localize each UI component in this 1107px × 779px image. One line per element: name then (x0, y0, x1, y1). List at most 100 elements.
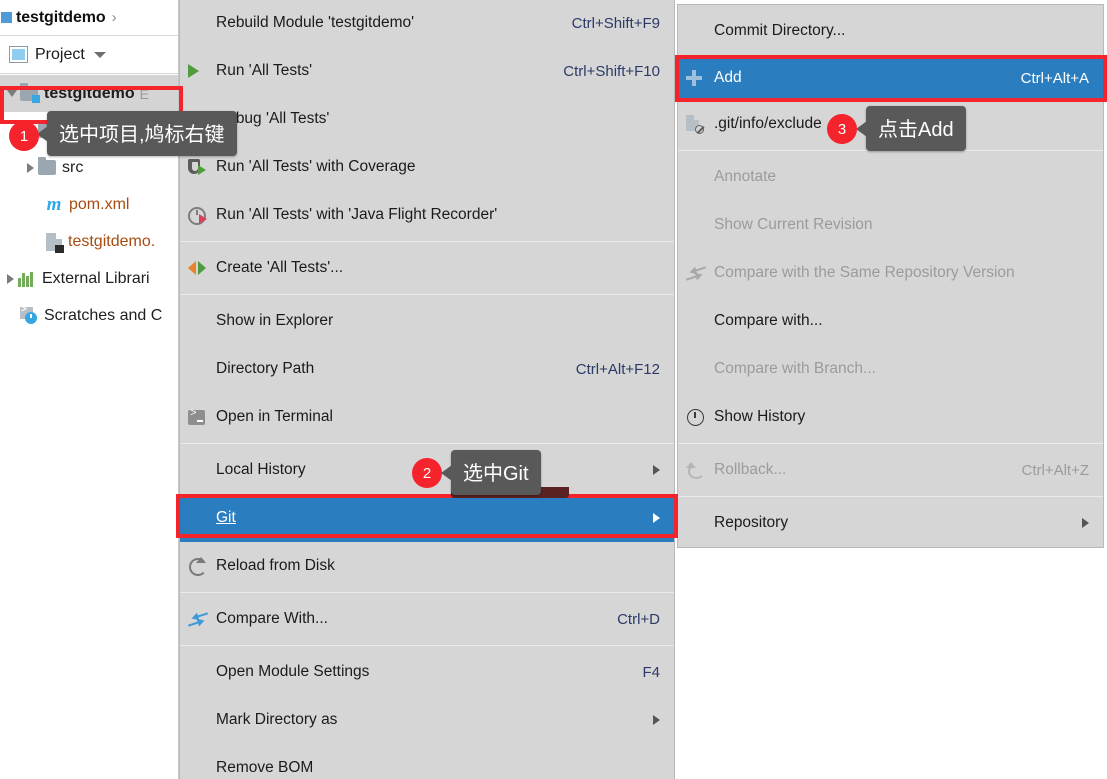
callout-badge-1: 1 (9, 121, 39, 151)
tree-item-label: Scratches and C (44, 306, 163, 324)
menu-item-open-module-settings[interactable]: Open Module Settings F4 (180, 648, 674, 696)
project-panel-title: Project (35, 45, 85, 63)
menu-item-compare-with[interactable]: Compare With... Ctrl+D (180, 595, 674, 643)
expand-arrow-down-icon[interactable] (4, 90, 20, 97)
folder-icon (38, 157, 56, 175)
menu-item-label: Run 'All Tests' with Coverage (216, 158, 416, 175)
breadcrumb: testgitdemo › (0, 0, 178, 36)
project-panel-header[interactable]: Project (0, 36, 178, 74)
menu-separator (180, 294, 674, 295)
menu-item-show-in-explorer[interactable]: Show in Explorer (180, 297, 674, 345)
menu-item-shortcut: Ctrl+Alt+Z (1021, 461, 1089, 479)
rollback-icon (686, 462, 714, 479)
menu-item-create-all-tests[interactable]: Create 'All Tests'... (180, 244, 674, 292)
tree-item-pom-xml[interactable]: m pom.xml (0, 186, 178, 223)
menu-separator (678, 496, 1103, 497)
menu-item-label: Open in Terminal (216, 408, 333, 425)
menu-item-label: Rollback... (714, 461, 787, 478)
menu-item-label: Create 'All Tests'... (216, 259, 344, 276)
expand-arrow-right-icon[interactable] (22, 162, 38, 173)
breadcrumb-project-name[interactable]: testgitdemo (16, 9, 106, 27)
callout-tooltip-3: 点击Add (856, 106, 966, 151)
tree-item-testgitdemo[interactable]: testgitdemo E (0, 75, 178, 112)
menu-item-shortcut: Ctrl+Alt+F12 (575, 360, 660, 378)
tree-item-label: src (62, 158, 84, 176)
screenshot-root: testgitdemo › Project testgitdemo E .ide… (0, 0, 1107, 779)
tree-item-iml[interactable]: testgitdemo. (0, 223, 178, 260)
terminal-icon (188, 408, 216, 425)
git-submenu: Commit Directory... Add Ctrl+Alt+A .git/… (677, 4, 1104, 548)
tree-item-label: testgitdemo. (68, 232, 156, 250)
submenu-arrow-icon (653, 513, 660, 523)
menu-separator (180, 592, 674, 593)
iml-file-icon (46, 232, 64, 253)
menu-item-label: Commit Directory... (714, 21, 846, 39)
menu-item-reload-from-disk[interactable]: Reload from Disk (180, 542, 674, 590)
menu-item-label: Reload from Disk (216, 557, 335, 574)
submenu-item-add[interactable]: Add Ctrl+Alt+A (678, 56, 1103, 100)
history-clock-icon (686, 408, 714, 426)
menu-item-mark-directory-as[interactable]: Mark Directory as (180, 696, 674, 744)
maven-icon: m (46, 194, 62, 215)
submenu-arrow-icon (653, 715, 660, 725)
expand-arrow-right-icon[interactable] (2, 273, 18, 284)
menu-item-label: Open Module Settings (216, 663, 370, 680)
context-menu: Rebuild Module 'testgitdemo' Ctrl+Shift+… (179, 0, 675, 779)
folder-module-icon (20, 83, 40, 103)
callout-badge-2: 2 (412, 458, 442, 488)
tree-item-external-libraries[interactable]: External Librari (0, 260, 178, 297)
chevron-right-icon: › (111, 9, 117, 26)
submenu-item-compare-with[interactable]: Compare with... (678, 297, 1103, 345)
reload-icon (188, 557, 216, 576)
menu-item-run-with-jfr[interactable]: Run 'All Tests' with 'Java Flight Record… (180, 191, 674, 239)
menu-item-remove-bom[interactable]: Remove BOM (180, 744, 674, 779)
menu-item-git[interactable]: Git (180, 494, 674, 542)
menu-item-label: Remove BOM (216, 759, 314, 776)
submenu-arrow-icon (1082, 518, 1089, 528)
jfr-icon (188, 207, 216, 225)
tree-item-label: testgitdemo (44, 84, 135, 102)
menu-item-run-with-coverage[interactable]: Run 'All Tests' with Coverage (180, 143, 674, 191)
menu-item-shortcut: F4 (642, 663, 660, 681)
submenu-item-repository[interactable]: Repository (678, 499, 1103, 547)
menu-separator (678, 443, 1103, 444)
menu-item-label: Add (714, 69, 742, 86)
compare-icon (187, 612, 216, 627)
menu-item-label: Compare with the Same Repository Version (714, 264, 1015, 281)
submenu-item-commit-directory[interactable]: Commit Directory... (678, 5, 1103, 56)
menu-item-directory-path[interactable]: Directory Path Ctrl+Alt+F12 (180, 345, 674, 393)
menu-item-rebuild-module[interactable]: Rebuild Module 'testgitdemo' Ctrl+Shift+… (180, 0, 674, 47)
add-icon (686, 70, 714, 86)
tree-item-label: External Librari (42, 269, 150, 287)
submenu-item-compare-same-repo-version: Compare with the Same Repository Version (678, 249, 1103, 297)
menu-item-label: Show History (714, 408, 806, 425)
tree-item-label: pom.xml (69, 195, 130, 213)
menu-item-label: Show Current Revision (714, 216, 873, 233)
menu-separator (180, 443, 674, 444)
menu-item-shortcut: Ctrl+Shift+F9 (571, 14, 660, 32)
menu-separator (180, 645, 674, 646)
callout-tooltip-2: 选中Git (441, 450, 541, 495)
libraries-icon (18, 271, 36, 287)
tree-item-scratches[interactable]: Scratches and C (0, 297, 178, 334)
menu-item-label: Run 'All Tests' with 'Java Flight Record… (216, 206, 498, 223)
menu-item-open-in-terminal[interactable]: Open in Terminal (180, 393, 674, 441)
project-icon (0, 10, 12, 25)
project-window-icon (9, 46, 28, 63)
menu-item-label: Compare with Branch... (714, 360, 876, 377)
submenu-item-annotate: Annotate (678, 153, 1103, 201)
menu-item-debug-all-tests[interactable]: Debug 'All Tests' (180, 95, 674, 143)
chevron-down-icon[interactable] (93, 51, 106, 58)
exclude-file-icon (686, 115, 714, 134)
coverage-icon (188, 159, 216, 175)
submenu-item-show-history[interactable]: Show History (678, 393, 1103, 441)
menu-item-label: Directory Path (216, 360, 315, 377)
menu-item-label: Show in Explorer (216, 312, 334, 329)
menu-item-label: Rebuild Module 'testgitdemo' (216, 14, 415, 31)
menu-item-run-all-tests[interactable]: Run 'All Tests' Ctrl+Shift+F10 (180, 47, 674, 95)
run-icon (188, 64, 216, 78)
menu-item-shortcut: Ctrl+Shift+F10 (563, 62, 660, 80)
tree-item-suffix: E (139, 85, 150, 102)
menu-item-label: Compare with... (714, 312, 823, 329)
submenu-arrow-icon (653, 465, 660, 475)
